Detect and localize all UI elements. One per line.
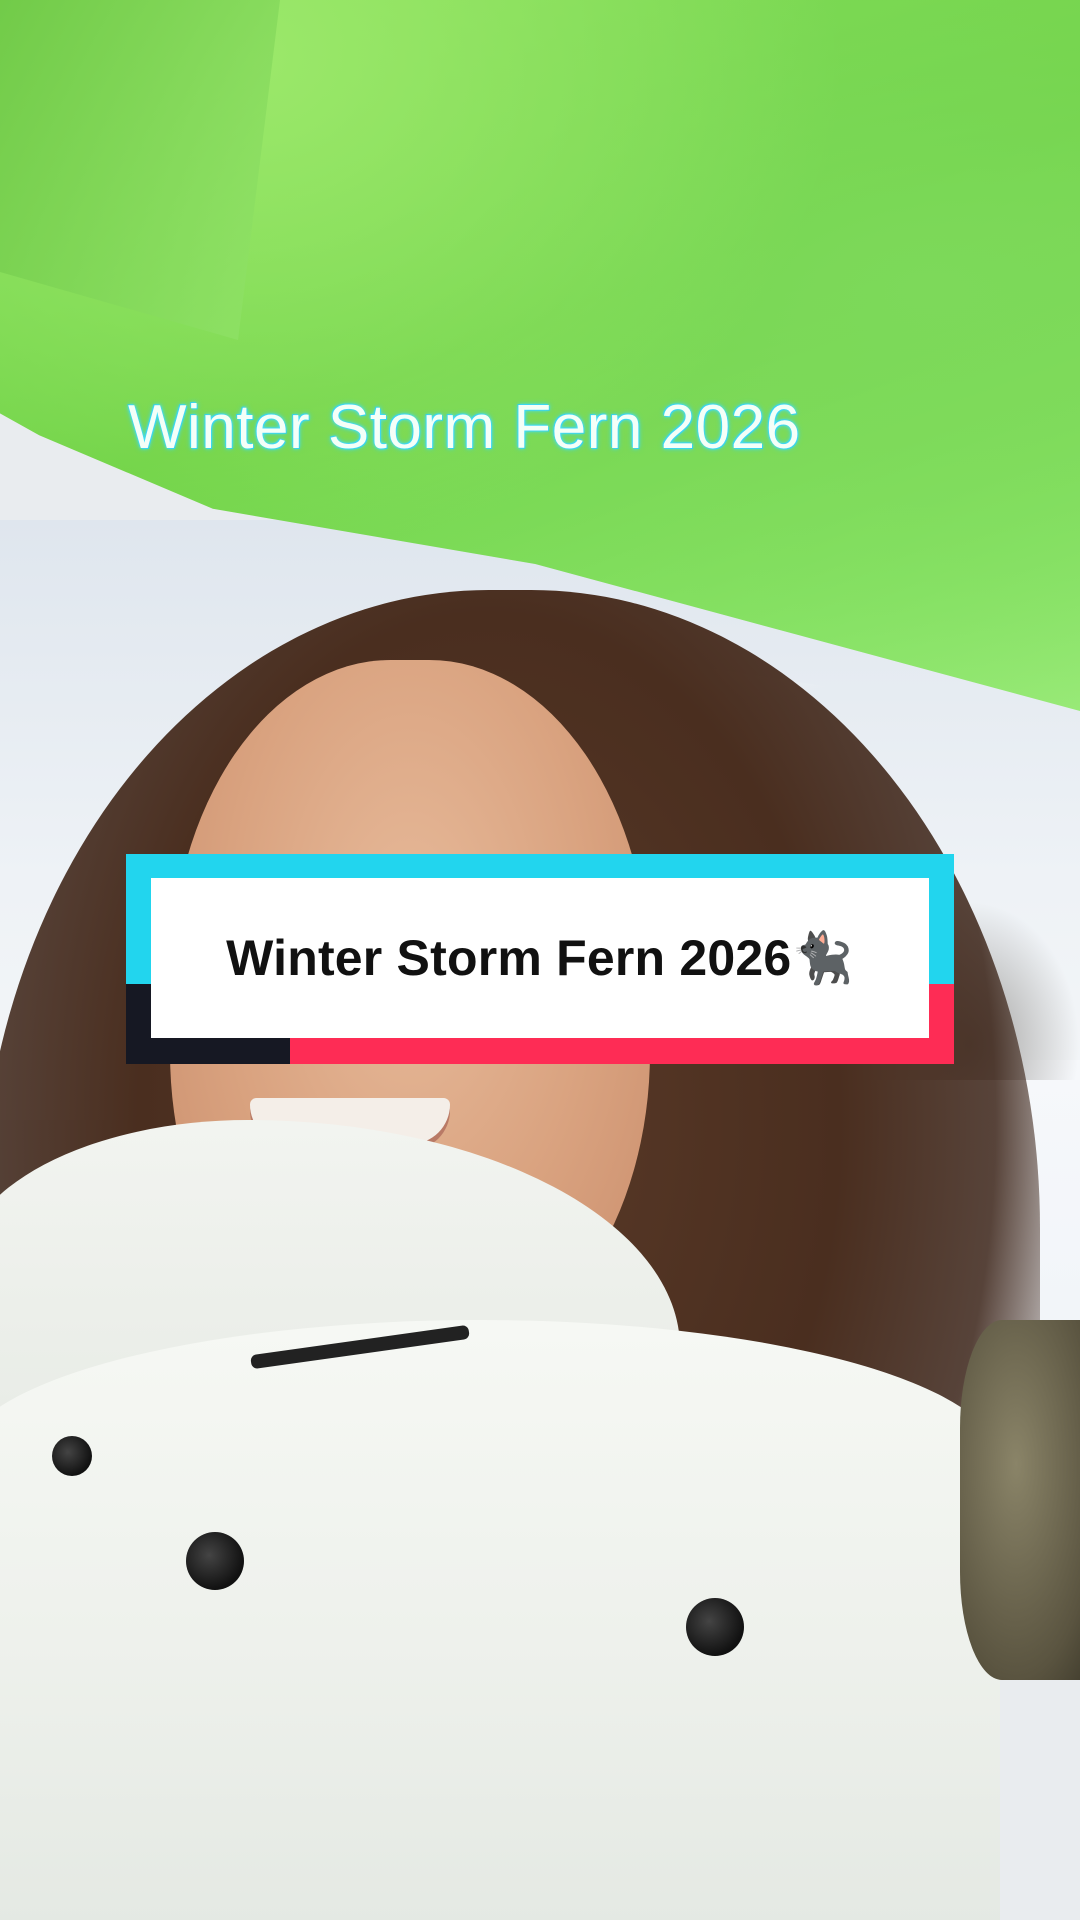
video-frame[interactable]: Winter Storm Fern 2026 Winter Storm Fern… [0,0,1080,1920]
overlay-title-text: Winter Storm Fern 2026 [128,393,801,462]
white-jacket [0,1320,1000,1920]
caption-text: Winter Storm Fern 2026🐈‍⬛ [226,929,854,986]
caption-panel: Winter Storm Fern 2026🐈‍⬛ [151,878,929,1038]
camo-seat [960,1320,1080,1680]
jacket-snap-button [186,1532,244,1590]
caption-sticker: Winter Storm Fern 2026🐈‍⬛ [126,854,954,1064]
jacket-snap-button [686,1598,744,1656]
jacket-snap-button [52,1436,92,1476]
